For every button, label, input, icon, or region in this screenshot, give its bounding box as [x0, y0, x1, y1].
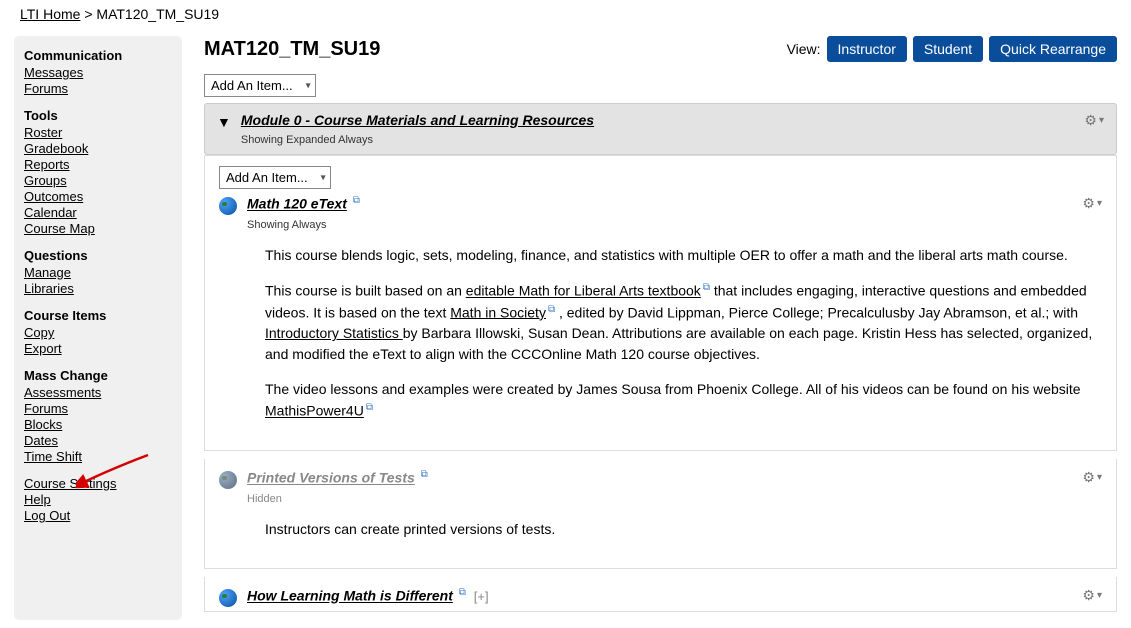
add-item-label: Add An Item... [226, 170, 308, 185]
page-title: MAT120_TM_SU19 [204, 38, 380, 61]
sidebar-assessments[interactable]: Assessments [24, 385, 172, 400]
add-item-select-module[interactable]: Add An Item... ▾ [219, 166, 331, 189]
external-link-icon: ⧉ [421, 469, 428, 480]
view-rearrange-button[interactable]: Quick Rearrange [989, 36, 1117, 62]
module-subtext: Showing Expanded Always [241, 134, 594, 146]
external-link-icon: ⧉ [353, 195, 360, 206]
chevron-down-icon: ▾ [321, 172, 326, 183]
breadcrumb-current: MAT120_TM_SU19 [96, 6, 219, 22]
sidebar-blocks[interactable]: Blocks [24, 417, 172, 432]
item-learning-title[interactable]: How Learning Math is Different [247, 588, 453, 604]
item-etext-p2: This course is built based on an editabl… [265, 280, 1102, 365]
item-etext-sub: Showing Always [247, 219, 1102, 231]
sidebar-course-settings[interactable]: Course Settings [24, 476, 172, 491]
sidebar-heading-masschange: Mass Change [24, 368, 172, 383]
expand-icon[interactable]: [+] [474, 589, 489, 604]
link-mathispower4u[interactable]: MathisPower4U [265, 403, 364, 419]
item-gear-menu[interactable]: ⚙▾ [1082, 469, 1102, 486]
chevron-down-icon: ▾ [1097, 590, 1102, 601]
globe-icon [219, 589, 237, 607]
sidebar-manage[interactable]: Manage [24, 265, 172, 280]
module-gear-menu[interactable]: ⚙▾ [1084, 112, 1104, 129]
chevron-down-icon: ▾ [306, 80, 311, 91]
chevron-down-icon: ▾ [1097, 472, 1102, 483]
sidebar: Communication Messages Forums Tools Rost… [14, 36, 182, 620]
item-gear-menu[interactable]: ⚙▾ [1082, 587, 1102, 604]
item-gear-menu[interactable]: ⚙▾ [1082, 195, 1102, 212]
view-label: View: [787, 41, 821, 57]
sidebar-forums[interactable]: Forums [24, 81, 172, 96]
sidebar-gradebook[interactable]: Gradebook [24, 141, 172, 156]
external-link-icon: ⧉ [459, 587, 466, 598]
sidebar-roster[interactable]: Roster [24, 125, 172, 140]
link-editable-textbook[interactable]: editable Math for Liberal Arts textbook [466, 283, 701, 299]
chevron-down-icon: ▾ [1099, 115, 1104, 126]
sidebar-reports[interactable]: Reports [24, 157, 172, 172]
module-header[interactable]: ▼ Module 0 - Course Materials and Learni… [204, 103, 1117, 155]
item-tests-title[interactable]: Printed Versions of Tests [247, 470, 415, 486]
sidebar-help[interactable]: Help [24, 492, 172, 507]
item-tests-sub: Hidden [247, 493, 1102, 505]
gear-icon: ⚙ [1082, 195, 1095, 212]
main-content: MAT120_TM_SU19 View: Instructor Student … [204, 36, 1117, 620]
collapse-triangle-icon[interactable]: ▼ [217, 114, 231, 130]
sidebar-libraries[interactable]: Libraries [24, 281, 172, 296]
sidebar-groups[interactable]: Groups [24, 173, 172, 188]
sidebar-logout[interactable]: Log Out [24, 508, 172, 523]
sidebar-heading-questions: Questions [24, 248, 172, 263]
gear-icon: ⚙ [1082, 587, 1095, 604]
item-etext-p3: The video lessons and examples were crea… [265, 379, 1102, 422]
item-etext-title[interactable]: Math 120 eText [247, 196, 347, 212]
add-item-label: Add An Item... [211, 78, 293, 93]
sidebar-messages[interactable]: Messages [24, 65, 172, 80]
breadcrumb-home[interactable]: LTI Home [20, 6, 80, 22]
globe-icon [219, 197, 237, 215]
item-tests-p1: Instructors can create printed versions … [265, 519, 1102, 540]
sidebar-calendar[interactable]: Calendar [24, 205, 172, 220]
breadcrumb-sep: > [84, 6, 92, 22]
external-link-icon: ⧉ [703, 282, 710, 293]
sidebar-outcomes[interactable]: Outcomes [24, 189, 172, 204]
add-item-select-top[interactable]: Add An Item... ▾ [204, 74, 316, 97]
sidebar-export[interactable]: Export [24, 341, 172, 356]
chevron-down-icon: ▾ [1097, 198, 1102, 209]
view-instructor-button[interactable]: Instructor [827, 36, 907, 62]
view-student-button[interactable]: Student [913, 36, 983, 62]
sidebar-heading-tools: Tools [24, 108, 172, 123]
item-etext-p1: This course blends logic, sets, modeling… [265, 245, 1102, 266]
sidebar-dates[interactable]: Dates [24, 433, 172, 448]
external-link-icon: ⧉ [366, 402, 373, 413]
module-title[interactable]: Module 0 - Course Materials and Learning… [241, 112, 594, 128]
breadcrumb: LTI Home > MAT120_TM_SU19 [0, 0, 1131, 28]
link-math-in-society[interactable]: Math in Society [450, 304, 546, 320]
link-intro-statistics[interactable]: Introductory Statistics [265, 325, 403, 341]
gear-icon: ⚙ [1082, 469, 1095, 486]
globe-icon [219, 471, 237, 489]
sidebar-copy[interactable]: Copy [24, 325, 172, 340]
sidebar-heading-communication: Communication [24, 48, 172, 63]
sidebar-heading-courseitems: Course Items [24, 308, 172, 323]
sidebar-timeshift[interactable]: Time Shift [24, 449, 172, 464]
sidebar-coursemap[interactable]: Course Map [24, 221, 172, 236]
gear-icon: ⚙ [1084, 112, 1097, 129]
sidebar-mc-forums[interactable]: Forums [24, 401, 172, 416]
